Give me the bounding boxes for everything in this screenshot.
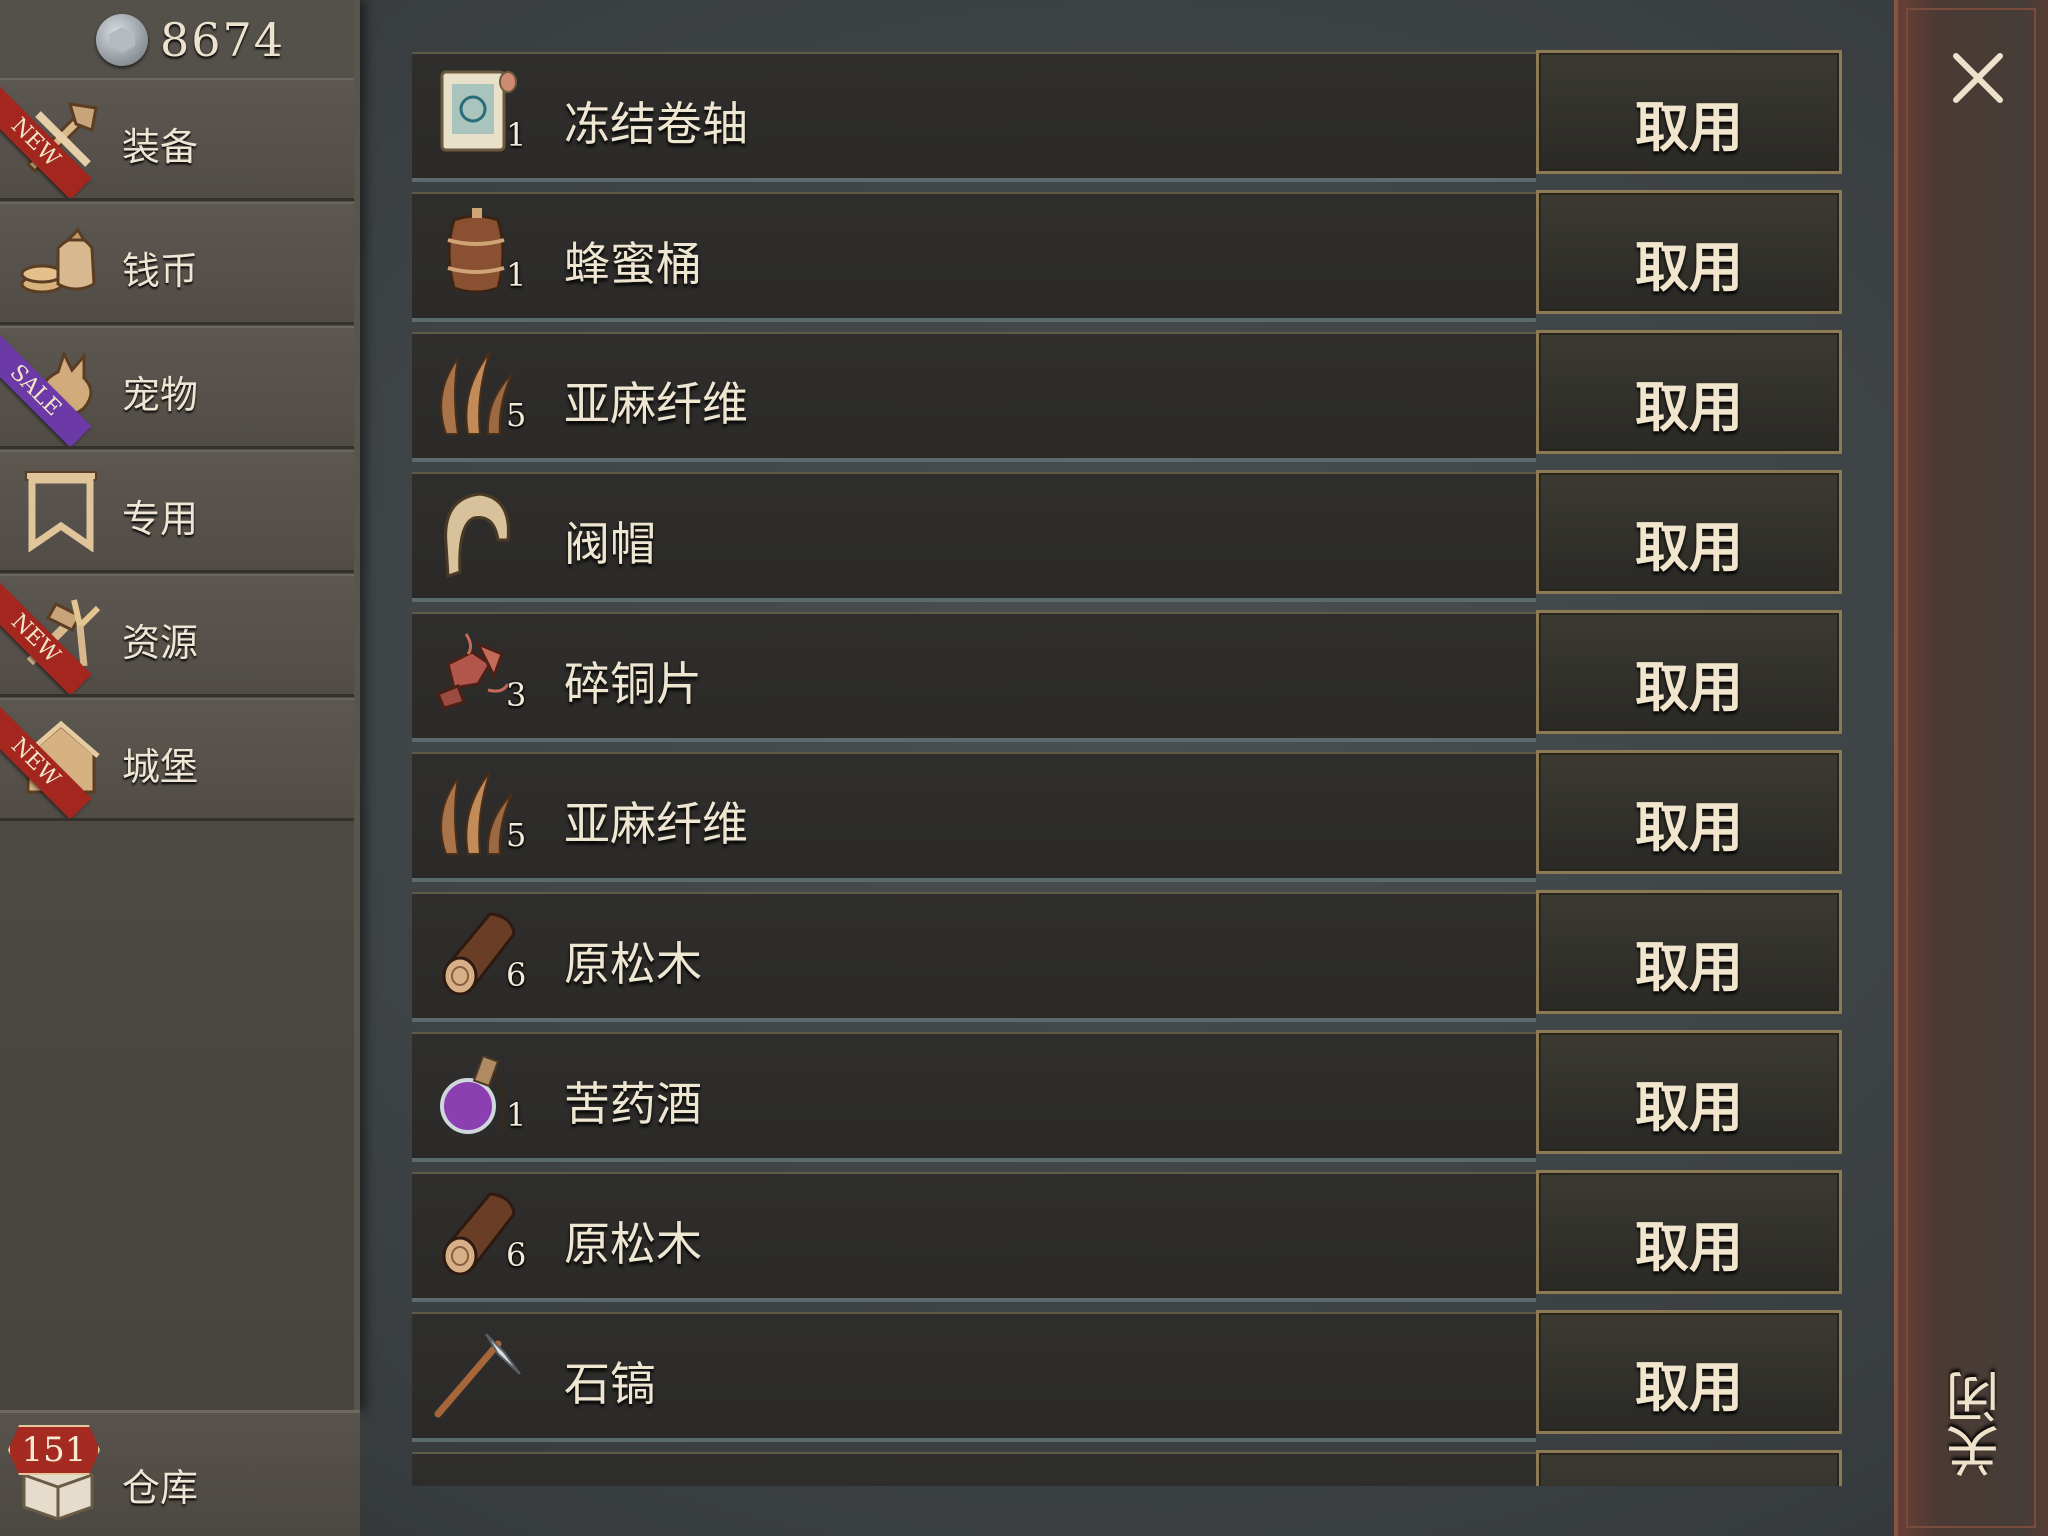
item-name: 碎铜片 [564,657,702,711]
item-name: 苦药酒 [564,1077,702,1131]
item-quantity: 6 [506,1236,527,1274]
close-panel[interactable]: 关闭 [1894,0,2048,1536]
take-button[interactable]: 取用 [1536,190,1842,314]
take-button-label: 取用 [1635,1216,1743,1279]
item-quantity: 6 [506,956,527,994]
sidebar-item-equipment[interactable]: NEW 装备 [0,78,354,201]
list-item: 石镐 取用 [410,1310,1844,1442]
sidebar-item-resources[interactable]: NEW 资源 [0,574,354,697]
list-item: 5 亚麻纤维 取用 [410,750,1844,882]
list-item: 5 亚麻纤维 取用 [410,330,1844,462]
list-item: 6 原松木 取用 [410,1170,1844,1302]
item-name: 原松木 [564,1217,702,1271]
take-button-label: 取用 [1635,236,1743,299]
sidebar-item-label: 专用 [122,497,199,541]
take-button[interactable]: 取用 [1536,750,1842,874]
take-button-label: 取用 [1635,1076,1743,1139]
item-quantity: 1 [506,116,527,154]
list-item-partial [410,1450,1844,1486]
item-quantity: 1 [506,256,527,294]
item-name: 冻结卷轴 [564,97,748,151]
sidebar-edge [354,0,360,1410]
take-button-label: 取用 [1635,376,1743,439]
list-item: 6 原松木 取用 [410,890,1844,1022]
item-name: 原松木 [564,937,702,991]
close-label: 关闭 [1946,1370,2009,1478]
take-button-label: 取用 [1635,516,1743,579]
take-button[interactable] [1536,1450,1842,1486]
take-button[interactable]: 取用 [1536,1170,1842,1294]
take-button-label: 取用 [1635,796,1743,859]
sidebar-item-pets[interactable]: SALE 宠物 [0,326,354,449]
item-name: 亚麻纤维 [564,377,748,431]
sidebar-item-exclusive[interactable]: 专用 [0,450,354,573]
take-button[interactable]: 取用 [1536,470,1842,594]
take-button[interactable]: 取用 [1536,330,1842,454]
sidebar-item-label: 装备 [122,125,199,169]
warehouse-label: 仓库 [122,1466,199,1510]
take-button-label: 取用 [1635,936,1743,999]
category-sidebar: 8674 NEW 装备 钱币 SALE 宠物 专用 NEW 资源 NEW 城堡 [0,0,360,1410]
item-name: 蜂蜜桶 [564,237,702,291]
take-button-label: 取用 [1635,96,1743,159]
list-item: 1 冻结卷轴 取用 [410,50,1844,182]
take-button[interactable]: 取用 [1536,1310,1842,1434]
sidebar-item-label: 宠物 [122,373,199,417]
take-button[interactable]: 取用 [1536,890,1842,1014]
take-button[interactable]: 取用 [1536,610,1842,734]
list-item: 3 碎铜片 取用 [410,610,1844,742]
banner-icon [25,471,97,552]
close-icon[interactable] [1950,50,2006,106]
list-item: 阀帽 取用 [410,470,1844,602]
item-quantity: 5 [506,396,527,434]
item-list[interactable]: 1 冻结卷轴 取用 1 蜂蜜桶 取用 5 亚麻纤维 取用 阀帽 取用 3 碎铜片… [410,50,1844,1486]
take-button[interactable]: 取用 [1536,50,1842,174]
item-name: 石镐 [564,1357,656,1411]
list-item: 1 蜂蜜桶 取用 [410,190,1844,322]
take-button-label: 取用 [1635,1356,1743,1419]
stone-pickaxe-icon [434,1333,521,1418]
sidebar-item-label: 城堡 [122,745,199,789]
silver-coin-icon [96,14,148,66]
item-quantity: 5 [506,816,527,854]
warehouse-button[interactable]: 151 仓库 [0,1410,360,1536]
sidebar-item-coins[interactable]: 钱币 [0,202,354,325]
hood-icon [444,492,510,579]
sidebar-item-label: 资源 [122,621,199,665]
sidebar-item-label: 钱币 [122,249,199,293]
row-background [412,1452,1536,1486]
list-item: 1 苦药酒 取用 [410,1030,1844,1162]
sidebar-item-castle[interactable]: NEW 城堡 [0,698,354,821]
game-window: 8674 NEW 装备 钱币 SALE 宠物 专用 NEW 资源 NEW 城堡 … [0,0,2048,1536]
currency-value: 8674 [160,13,286,67]
coins-icon [20,227,96,294]
close-panel-frame [1906,8,2036,1528]
item-quantity: 3 [506,676,527,714]
item-quantity: 1 [506,1096,527,1134]
take-button[interactable]: 取用 [1536,1030,1842,1154]
item-name: 亚麻纤维 [564,797,748,851]
warehouse-count-badge: 151 [8,1425,100,1475]
item-name: 阀帽 [564,517,656,571]
take-button-label: 取用 [1635,656,1743,719]
currency-display: 8674 [96,10,285,70]
